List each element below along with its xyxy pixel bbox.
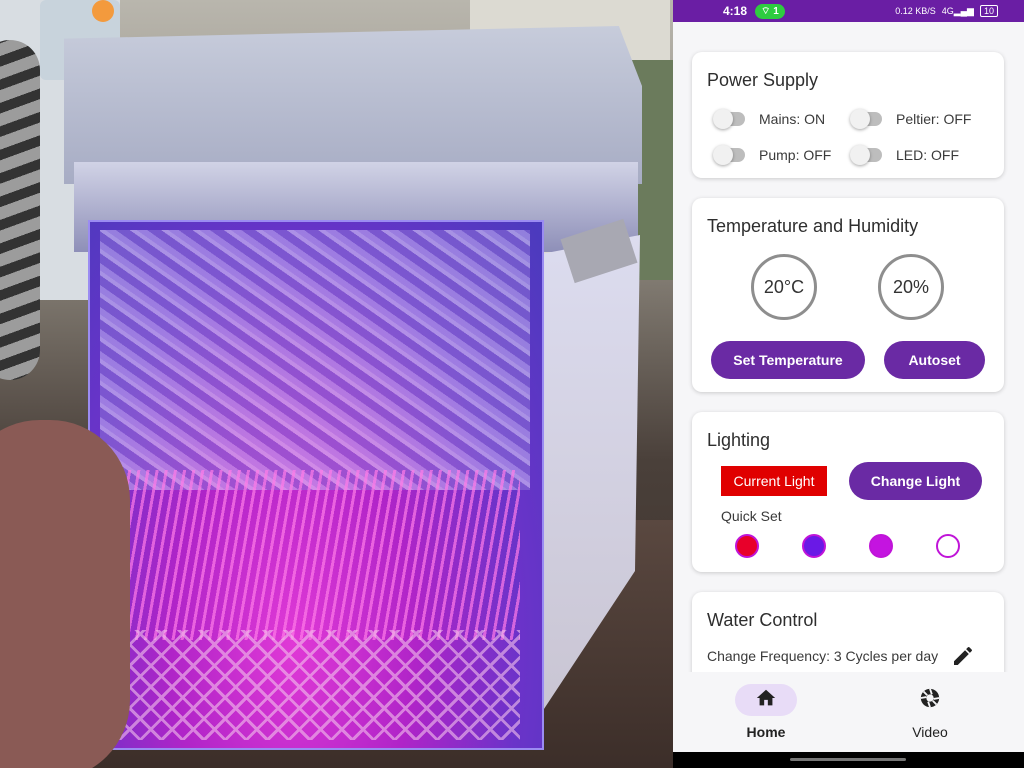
phone-app: 4:18 ⌔ 1 0.12 KB/S 4G▂▄▆ 10 Power Supply…	[673, 0, 1024, 768]
temperature-value: 20°C	[763, 276, 805, 297]
current-light-indicator: Current Light	[721, 466, 827, 496]
lighting-card: Lighting Current Light Change Light Quic…	[692, 412, 1004, 572]
pump-toggle[interactable]	[713, 145, 745, 165]
humidity-gauge: 20%	[878, 254, 944, 320]
nav-video-pill	[899, 684, 961, 716]
photo-poster-dot	[92, 0, 114, 22]
temperature-humidity-title: Temperature and Humidity	[707, 216, 919, 236]
nav-home-label: Home	[746, 724, 786, 740]
nav-home-pill	[735, 684, 797, 716]
led-label: LED: OFF	[896, 147, 960, 163]
hotspot-icon: ⌔	[761, 5, 774, 17]
photo-plants	[110, 470, 520, 640]
aperture-icon	[919, 687, 941, 714]
hotspot-count: 1	[773, 5, 779, 17]
bottom-navigation: Home Video	[673, 672, 1024, 752]
home-icon	[755, 687, 777, 714]
status-bar: 4:18 ⌔ 1 0.12 KB/S 4G▂▄▆ 10	[673, 0, 1024, 22]
mains-label: Mains: ON	[759, 111, 826, 127]
pump-label: Pump: OFF	[759, 147, 832, 163]
temperature-gauge: 20°C	[751, 254, 817, 320]
main-content[interactable]: Power Supply Mains: ON Peltier: OFF Pump…	[673, 22, 1024, 672]
temperature-humidity-card: Temperature and Humidity 20°C 20% Set Te…	[692, 198, 1004, 392]
grow-box-photo	[0, 0, 673, 768]
set-temperature-button[interactable]: Set Temperature	[711, 341, 865, 379]
photo-foil-lining	[100, 230, 530, 490]
signal-icon: 4G▂▄▆	[941, 5, 974, 16]
quick-set-magenta-swatch[interactable]	[869, 534, 893, 558]
edit-pencil-icon[interactable]	[951, 644, 975, 668]
humidity-value: 20%	[892, 276, 930, 297]
screen: 4:18 ⌔ 1 0.12 KB/S 4G▂▄▆ 10 Power Supply…	[0, 0, 1024, 768]
home-gesture-handle[interactable]	[790, 758, 906, 761]
power-supply-card: Power Supply Mains: ON Peltier: OFF Pump…	[692, 52, 1004, 178]
led-toggle[interactable]	[850, 145, 882, 165]
photo-mesh	[100, 630, 520, 740]
quick-set-label: Quick Set	[721, 508, 782, 524]
quick-set-white-swatch[interactable]	[936, 534, 960, 558]
peltier-toggle[interactable]	[850, 109, 882, 129]
nav-video-label: Video	[912, 724, 948, 740]
power-supply-title: Power Supply	[707, 70, 819, 90]
water-control-card: Water Control Change Frequency: 3 Cycles…	[692, 592, 1004, 672]
battery-icon: 10	[979, 5, 998, 17]
change-light-button[interactable]: Change Light	[849, 462, 982, 500]
status-time: 4:18	[723, 4, 748, 18]
peltier-label: Peltier: OFF	[896, 111, 972, 127]
photo-hand	[0, 420, 130, 768]
quick-set-red-swatch[interactable]	[735, 534, 759, 558]
nav-home[interactable]: Home	[706, 684, 826, 740]
status-right: 0.12 KB/S 4G▂▄▆ 10	[895, 5, 998, 17]
lighting-title: Lighting	[707, 430, 771, 450]
photo-person-arm	[0, 40, 40, 380]
nav-video[interactable]: Video	[870, 684, 990, 740]
system-navigation-bar	[673, 752, 1024, 768]
water-control-title: Water Control	[707, 610, 818, 630]
net-speed: 0.12 KB/S	[895, 6, 936, 16]
quick-set-blue-swatch[interactable]	[802, 534, 826, 558]
photo-box-lid	[64, 26, 642, 184]
water-frequency-text: Change Frequency: 3 Cycles per day	[707, 648, 939, 664]
autoset-button[interactable]: Autoset	[884, 341, 985, 379]
hotspot-badge: ⌔ 1	[755, 3, 785, 19]
mains-toggle[interactable]	[713, 109, 745, 129]
